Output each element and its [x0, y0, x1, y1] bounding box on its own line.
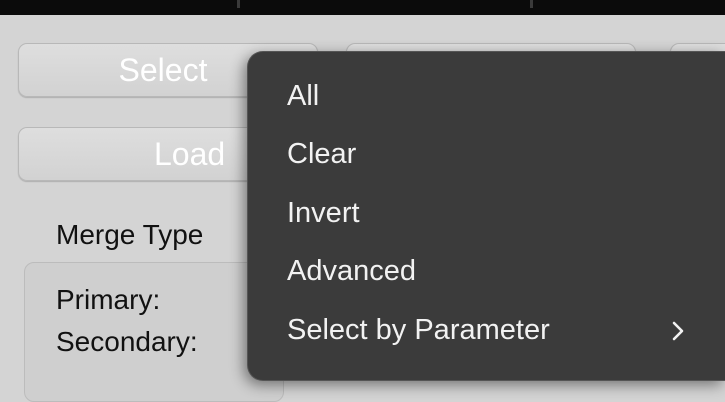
divider [530, 0, 533, 8]
window-top-bar [0, 0, 725, 15]
secondary-label: Secondary: [56, 326, 198, 357]
menu-item-clear[interactable]: Clear [248, 126, 725, 182]
select-button-label: Select [118, 52, 208, 88]
menu-item-label: All [287, 80, 320, 112]
divider [237, 0, 240, 8]
menu-item-label: Advanced [287, 255, 416, 287]
menu-item-label: Select by Parameter [287, 314, 550, 346]
primary-label: Primary: [56, 284, 161, 315]
menu-item-invert[interactable]: Invert [248, 185, 725, 241]
select-dropdown-menu: All Clear Invert Advanced Select by Para… [247, 51, 725, 381]
chevron-right-icon [672, 321, 684, 341]
menu-item-label: Clear [287, 138, 357, 170]
menu-item-select-by-parameter[interactable]: Select by Parameter [248, 302, 725, 358]
load-button-label: Load [154, 136, 226, 172]
menu-item-all[interactable]: All [248, 68, 725, 124]
merge-type-label: Merge Type [56, 219, 204, 250]
menu-item-advanced[interactable]: Advanced [248, 243, 725, 299]
menu-item-label: Invert [287, 197, 360, 229]
